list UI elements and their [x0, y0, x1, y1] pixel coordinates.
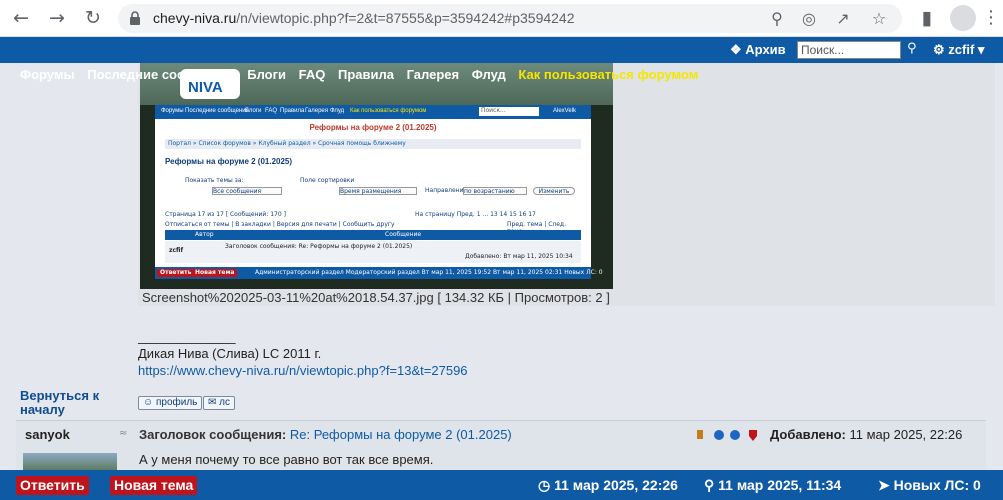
- url-text: chevy-niva.ru/n/viewtopic.php?f=2&t=8755…: [153, 10, 575, 26]
- clock-icon: ◷: [538, 477, 551, 493]
- post-date: Добавлено: 11 мар 2025, 22:26: [770, 427, 963, 442]
- attachment-image[interactable]: NIVA Форумы Последние сообщения Блоги FA…: [140, 63, 613, 289]
- sidebar-icon[interactable]: ▮: [914, 5, 940, 31]
- nav-gallery[interactable]: Галерея: [407, 67, 460, 82]
- nav-blogs[interactable]: Блоги: [247, 67, 286, 82]
- inner-page: Форумы Последние сообщения Блоги FAQ Пра…: [155, 105, 591, 267]
- pm-button[interactable]: ✉ лс: [203, 396, 236, 410]
- online-status-icon: ≈: [119, 428, 128, 439]
- forward-arrow-icon[interactable]: →: [44, 5, 70, 31]
- browser-toolbar: ← → ↻ chevy-niva.ru/n/viewtopic.php?f=2&…: [0, 0, 1003, 37]
- last-visit-time: ⚲ 11 мар 2025, 11:34: [704, 477, 842, 493]
- new-pm-link[interactable]: ➤ Новых ЛС: 0: [878, 477, 981, 494]
- back-arrow-icon[interactable]: ←: [8, 5, 34, 31]
- back-to-top-link[interactable]: Вернуться к началу: [20, 389, 120, 417]
- user-menu[interactable]: ⚙ zcfif ▾: [933, 42, 984, 58]
- post-subject: Заголовок сообщения: Re: Реформы на фору…: [139, 427, 512, 442]
- nav-howto[interactable]: Как пользоваться форумом: [518, 67, 698, 82]
- signature-link[interactable]: https://www.chevy-niva.ru/n/viewtopic.ph…: [138, 363, 468, 378]
- send-icon: ➤: [878, 477, 890, 493]
- avatar[interactable]: [23, 453, 117, 471]
- nav-flood[interactable]: Флуд: [472, 67, 506, 82]
- clock-time: ◷ 11 мар 2025, 22:26: [538, 477, 678, 493]
- search-input[interactable]: Поиск...: [797, 41, 901, 59]
- lock-icon: [130, 11, 140, 25]
- nav-latest-posts[interactable]: Последние сообщения: [87, 67, 234, 82]
- nav-faq[interactable]: FAQ: [299, 67, 326, 82]
- reply-button[interactable]: Ответить: [16, 476, 89, 495]
- search-icon[interactable]: ⚲: [907, 41, 917, 56]
- zoom-icon[interactable]: ⚲: [766, 8, 788, 30]
- profile-button[interactable]: ☺ профиль: [138, 396, 203, 410]
- inner-navbar: Форумы Последние сообщения Блоги FAQ Пра…: [155, 105, 591, 119]
- menu-kebab-icon[interactable]: ⋮: [982, 6, 1000, 30]
- post-row: sanyok ≈ Заголовок сообщения: Re: Реформ…: [16, 420, 986, 471]
- attachment-caption: Screenshot%202025-03-11%20at%2018.54.37.…: [142, 290, 610, 305]
- forum-topbar: ❖ Архив Поиск... ⚲ ⚙ zcfif ▾: [0, 37, 1003, 63]
- bottom-bar: Ответить Новая тема ◷ 11 мар 2025, 22:26…: [0, 470, 1003, 500]
- post-author[interactable]: sanyok: [25, 427, 70, 442]
- reload-icon[interactable]: ↻: [80, 5, 106, 31]
- eye-off-icon[interactable]: ◎: [798, 8, 820, 30]
- profile-avatar-icon[interactable]: [950, 5, 976, 31]
- nav-forums[interactable]: Форумы: [20, 67, 75, 82]
- key-icon: ⚲: [704, 477, 715, 493]
- forum-nav: Форумы Последние сообщения Блоги FAQ Пра…: [20, 67, 707, 82]
- signature-divider: _______________: [138, 330, 236, 345]
- post-action-icons[interactable]: [697, 428, 767, 442]
- share-icon[interactable]: ↗: [832, 8, 854, 30]
- nav-rules[interactable]: Правила: [338, 67, 394, 82]
- star-icon[interactable]: ☆: [868, 8, 890, 30]
- signature-text: Дикая Нива (Слива) LC 2011 г.: [138, 346, 322, 361]
- post-subject-link[interactable]: Re: Реформы на форуме 2 (01.2025): [290, 427, 512, 442]
- archive-link[interactable]: ❖ Архив: [730, 42, 786, 58]
- post-text: А у меня почему то все равно вот так все…: [139, 452, 434, 467]
- new-topic-button[interactable]: Новая тема: [110, 476, 198, 495]
- address-bar[interactable]: chevy-niva.ru/n/viewtopic.php?f=2&t=8755…: [118, 4, 902, 33]
